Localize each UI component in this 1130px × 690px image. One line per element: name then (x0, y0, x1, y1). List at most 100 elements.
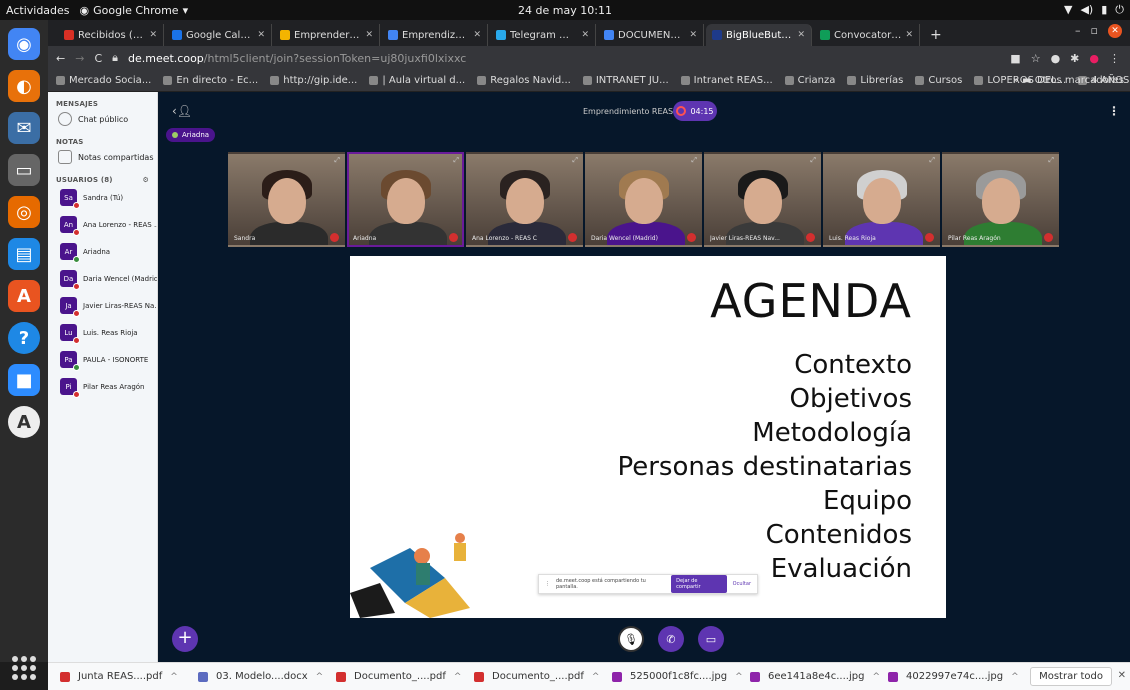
user-list-item[interactable]: Pa PAULA - ISONORTE (48, 346, 157, 373)
fullscreen-icon[interactable]: ⤢ (453, 156, 459, 165)
fullscreen-icon[interactable]: ⤢ (929, 156, 935, 165)
bookmark-item[interactable]: | Aula virtual d... (369, 75, 465, 86)
user-list-toggle-icon[interactable]: ‹👤︎ (172, 104, 192, 118)
close-downloads-icon[interactable]: ✕ (1118, 670, 1126, 681)
puzzle-icon[interactable]: ✱ (1070, 52, 1079, 65)
recording-indicator[interactable]: 04:15 (673, 101, 717, 121)
camera-icon[interactable]: ■ (1010, 52, 1020, 65)
app-menu[interactable]: ◉ Google Chrome ▾ (80, 4, 189, 17)
video-tile[interactable]: Daria Wencel (Madrid) ⤢ (585, 152, 702, 247)
bookmark-item[interactable]: http://gip.ide... (270, 75, 357, 86)
activities-button[interactable]: Actividades (0, 4, 80, 17)
chrome-dock-icon[interactable]: ◉ (8, 28, 40, 60)
zoom-dock-icon[interactable]: ■ (8, 364, 40, 396)
browser-tab[interactable]: BigBlueButton ✕ (706, 24, 812, 46)
user-list-item[interactable]: Lu Luis. Reas Rioja (48, 319, 157, 346)
shared-notes-item[interactable]: Notas compartidas (48, 146, 157, 168)
chevron-up-icon[interactable]: ^ (872, 672, 880, 682)
tab-close-icon[interactable]: ✕ (149, 30, 157, 40)
chevron-up-icon[interactable]: ^ (592, 672, 600, 682)
maximize-icon[interactable]: ▫ (1091, 24, 1098, 38)
download-item[interactable]: 525000f1c8fc....jpg ^ (612, 671, 750, 682)
rhythmbox-dock-icon[interactable]: ◎ (8, 196, 40, 228)
stop-sharing-button[interactable]: Dejar de compartir (671, 575, 727, 593)
bookmark-item[interactable]: INTRANET JU... (582, 75, 669, 86)
bookmark-item[interactable]: Regalos Navid... (477, 75, 571, 86)
fullscreen-icon[interactable]: ⤢ (810, 156, 816, 165)
firefox-dock-icon[interactable]: ◐ (8, 70, 40, 102)
forward-icon[interactable]: → (75, 52, 84, 65)
tab-close-icon[interactable]: ✕ (365, 30, 373, 40)
download-item[interactable]: Documento_....pdf ^ (336, 671, 474, 682)
tab-close-icon[interactable]: ✕ (689, 30, 697, 40)
video-tile[interactable]: Ana Lorenzo - REAS C ⤢ (466, 152, 583, 247)
star-icon[interactable]: ☆ (1031, 52, 1041, 65)
chevron-up-icon[interactable]: ^ (1011, 672, 1019, 682)
user-list-item[interactable]: Sa Sandra (Tú) (48, 184, 157, 211)
files-dock-icon[interactable]: ▭ (8, 154, 40, 186)
minimize-icon[interactable]: – (1075, 24, 1081, 38)
system-tray[interactable]: ▼ ◀) ▮ ⏻ (1064, 3, 1124, 17)
browser-tab[interactable]: Emprender - Googl ✕ (274, 24, 380, 46)
back-icon[interactable]: ← (56, 52, 65, 65)
software-dock-icon[interactable]: A (8, 280, 40, 312)
other-bookmarks[interactable]: » ▬ Otros marcadores (1013, 75, 1124, 86)
update-dock-icon[interactable]: A (8, 406, 40, 438)
video-tile[interactable]: Javier Liras-REAS Nav... ⤢ (704, 152, 821, 247)
chevron-up-icon[interactable]: ^ (735, 672, 743, 682)
options-menu-icon[interactable]: ⋮ (1108, 104, 1120, 118)
mute-mic-button[interactable]: 🎙︎ (618, 626, 644, 652)
fullscreen-icon[interactable]: ⤢ (1048, 156, 1054, 165)
bookmark-item[interactable]: En directo - Ec... (163, 75, 258, 86)
fullscreen-icon[interactable]: ⤢ (691, 156, 697, 165)
browser-tab[interactable]: Recibidos (4.397) - ✕ (58, 24, 164, 46)
video-tile[interactable]: Pilar Reas Aragón ⤢ (942, 152, 1059, 247)
tab-close-icon[interactable]: ✕ (257, 30, 265, 40)
download-item[interactable]: 03. Modelo....docx ^ (198, 671, 336, 682)
drag-handle-icon[interactable]: ⋮ (545, 581, 550, 587)
bookmark-item[interactable]: Cursos (915, 75, 962, 86)
user-list-item[interactable]: An Ana Lorenzo - REAS ... (48, 211, 157, 238)
bookmark-item[interactable]: Intranet REAS... (680, 75, 773, 86)
download-item[interactable]: 6ee141a8e4c....jpg ^ (750, 671, 888, 682)
download-item[interactable]: 4022997e74c....jpg ^ (888, 671, 1026, 682)
chevron-up-icon[interactable]: ^ (454, 672, 462, 682)
close-window-icon[interactable]: ✕ (1108, 24, 1122, 38)
user-list-item[interactable]: Ja Javier Liras-REAS Na... (48, 292, 157, 319)
browser-tab[interactable]: Google Calendar - S ✕ (166, 24, 272, 46)
fullscreen-icon[interactable]: ⤢ (572, 156, 578, 165)
browser-tab[interactable]: DOCUMENTO TRA ✕ (598, 24, 704, 46)
menu-icon[interactable]: ⋮ (1109, 52, 1120, 65)
bookmark-item[interactable]: Crianza (784, 75, 835, 86)
chevron-up-icon[interactable]: ^ (316, 672, 324, 682)
writer-dock-icon[interactable]: ▤ (8, 238, 40, 270)
tab-close-icon[interactable]: ✕ (581, 30, 589, 40)
profile-icon[interactable]: ● (1089, 52, 1099, 65)
bookmark-item[interactable]: Librerías (847, 75, 903, 86)
show-all-button[interactable]: Mostrar todo (1030, 667, 1112, 686)
thunderbird-dock-icon[interactable]: ✉ (8, 112, 40, 144)
user-list-item[interactable]: Ar Ariadna (48, 238, 157, 265)
video-tile[interactable]: Ariadna ⤢ (347, 152, 464, 247)
browser-tab[interactable]: Telegram Web ✕ (490, 24, 596, 46)
leave-audio-button[interactable]: ✆ (658, 626, 684, 652)
user-list-item[interactable]: Da Daria Wencel (Madrid) (48, 265, 157, 292)
download-item[interactable]: Junta REAS....pdf ^ (60, 671, 198, 682)
actions-plus-button[interactable]: + (172, 626, 198, 652)
fullscreen-icon[interactable]: ⤢ (334, 156, 340, 165)
download-item[interactable]: Documento_....pdf ^ (474, 671, 612, 682)
video-tile[interactable]: Luis. Reas Rioja ⤢ (823, 152, 940, 247)
public-chat-item[interactable]: Chat público (48, 108, 157, 130)
bookmark-item[interactable]: Mercado Socia... (56, 75, 151, 86)
chevron-up-icon[interactable]: ^ (170, 672, 178, 682)
tab-close-icon[interactable]: ✕ (905, 30, 913, 40)
help-dock-icon[interactable]: ? (8, 322, 40, 354)
extension-icon[interactable]: ● (1051, 52, 1061, 65)
browser-tab[interactable]: Emprendizaje ESS_✕ (382, 24, 488, 46)
show-apps-icon[interactable] (8, 652, 40, 684)
hide-notice-button[interactable]: Ocultar (733, 581, 751, 587)
user-list-item[interactable]: Pi Pilar Reas Aragón (48, 373, 157, 400)
gear-icon[interactable]: ⚙ (143, 176, 149, 184)
address-bar[interactable]: de.meet.coop/html5client/join?sessionTok… (128, 52, 1000, 65)
tab-close-icon[interactable]: ✕ (473, 30, 481, 40)
